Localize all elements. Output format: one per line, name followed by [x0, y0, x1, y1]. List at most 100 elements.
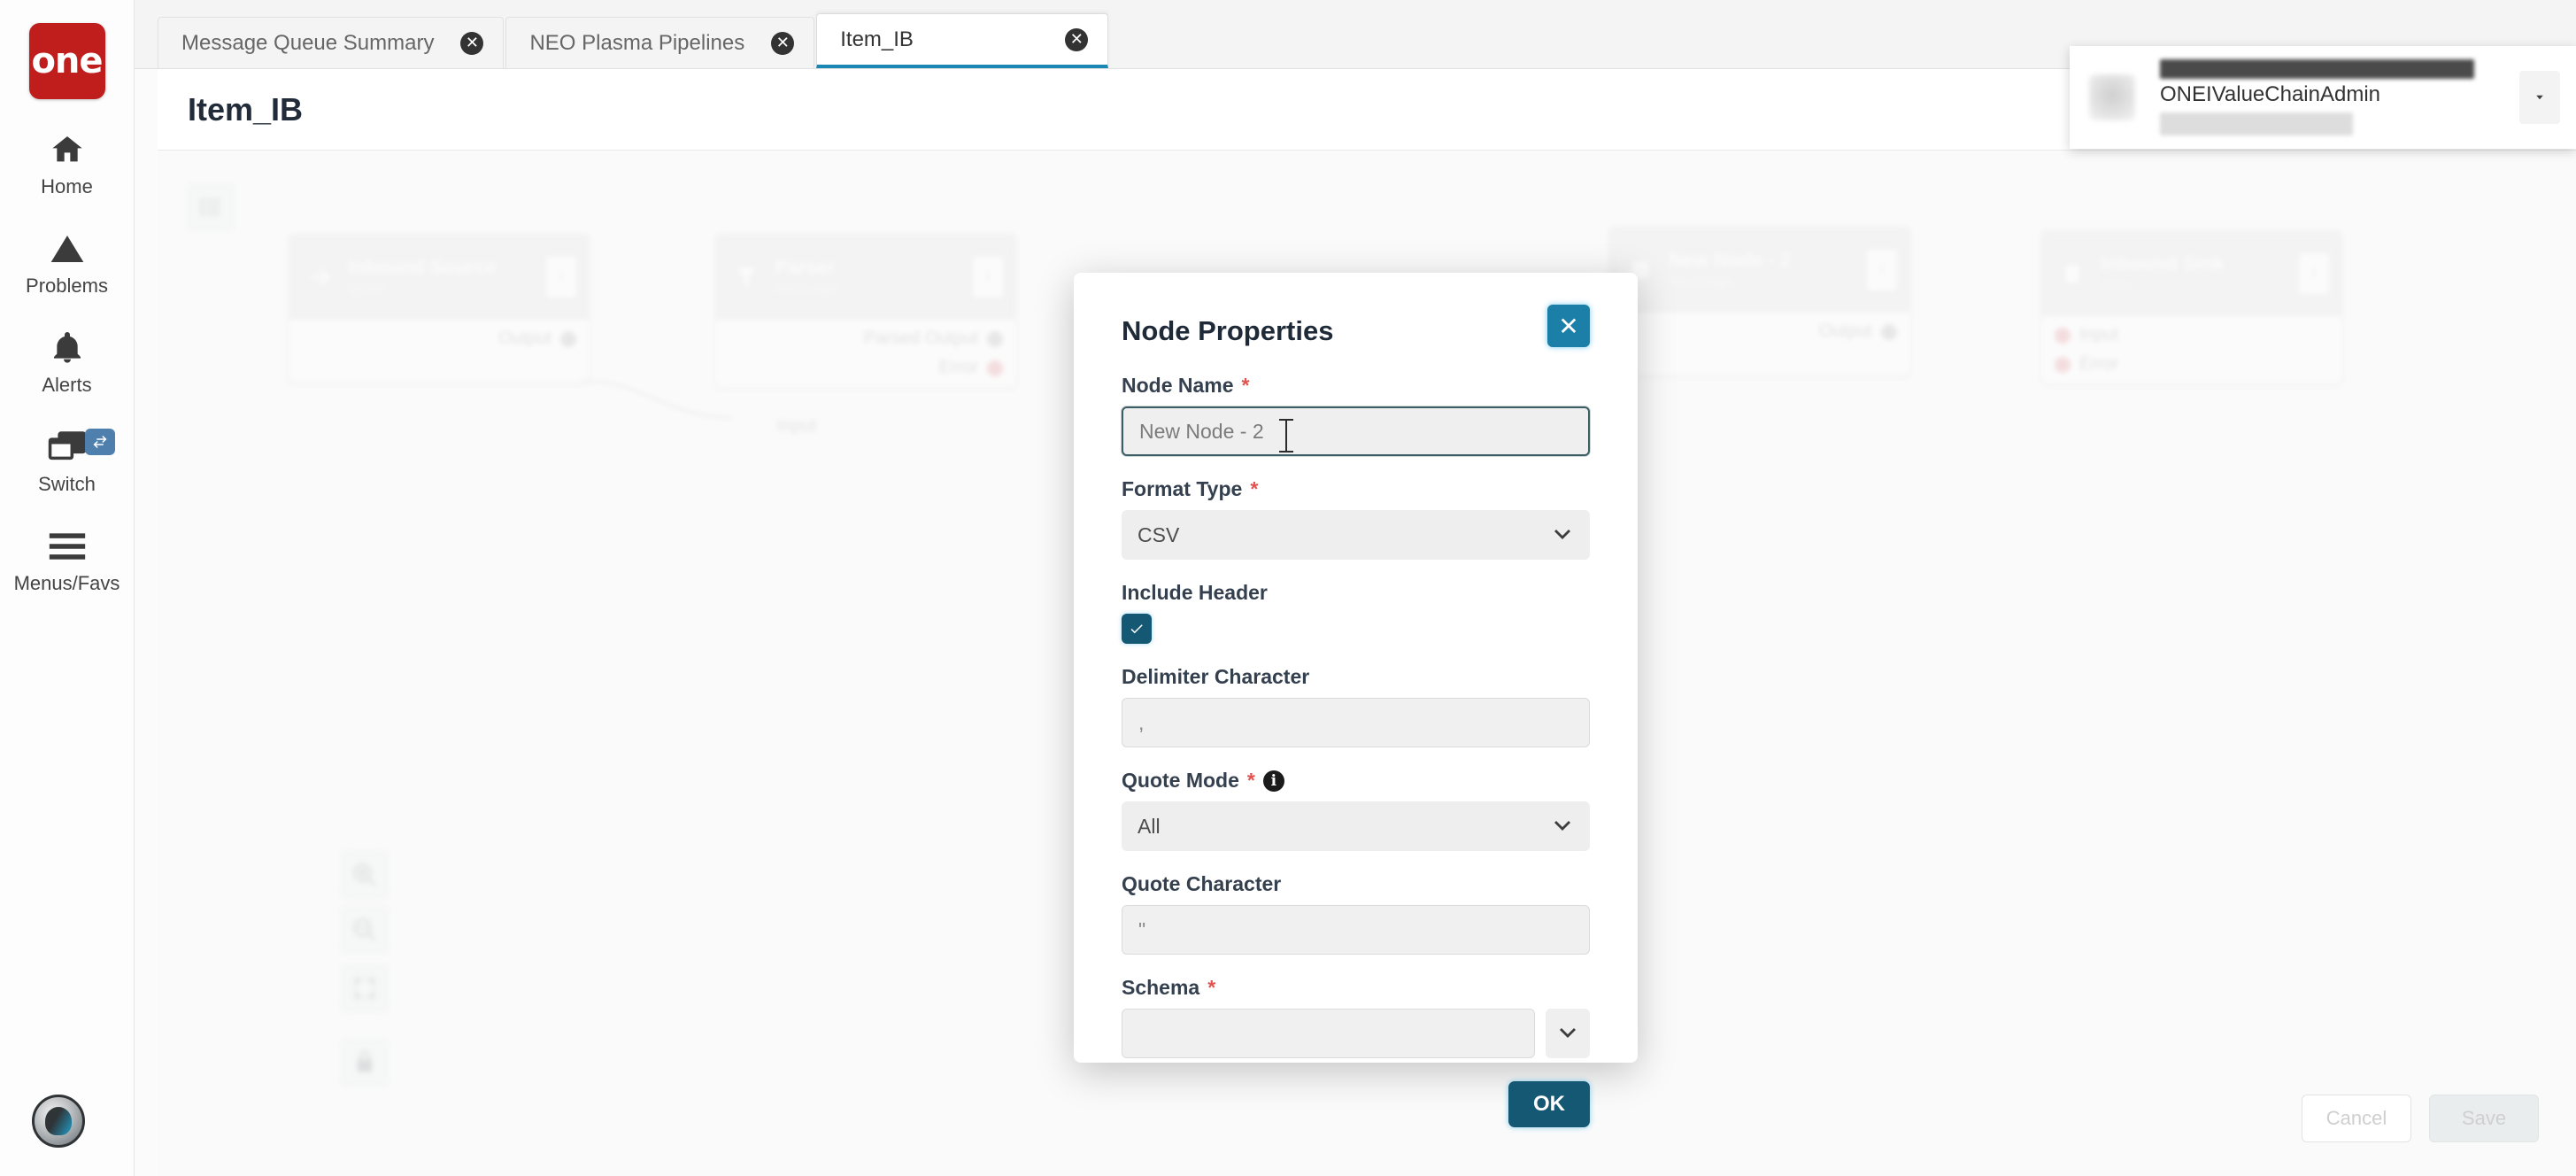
swap-arrows-icon[interactable] — [85, 429, 115, 455]
label-text: Quote Mode — [1122, 769, 1239, 793]
info-icon[interactable]: i — [973, 257, 1003, 298]
info-icon[interactable]: i — [2299, 253, 2329, 294]
required-marker: * — [1242, 374, 1250, 398]
required-marker: * — [1250, 477, 1258, 501]
node-title: Inbound Sink — [2101, 252, 2288, 275]
info-icon[interactable]: i — [1867, 250, 1897, 290]
save-button[interactable]: Save — [2429, 1095, 2539, 1142]
node-port[interactable]: Output — [1623, 321, 1897, 342]
left-navigation-rail: one Home Problems Alerts — [0, 0, 135, 1176]
chevron-down-icon[interactable] — [2519, 71, 2560, 124]
page-title: Item_IB — [188, 91, 303, 128]
node-header: Parser Message i — [716, 235, 1015, 320]
chevron-down-icon — [1551, 528, 1574, 542]
port-dot[interactable] — [987, 360, 1003, 376]
quote-mode-select[interactable]: All — [1122, 801, 1590, 851]
port-dot[interactable] — [987, 331, 1003, 347]
close-circle-icon[interactable]: ✕ — [771, 32, 794, 55]
assistant-head-shape — [45, 1107, 72, 1135]
field-label: Schema * — [1122, 976, 1590, 1000]
redacted-user-line-top — [2160, 59, 2474, 79]
user-account-menu[interactable]: ONEIValueChainAdmin — [2070, 46, 2576, 149]
format-type-select[interactable]: CSV — [1122, 510, 1590, 560]
user-details: ONEIValueChainAdmin — [2160, 59, 2519, 135]
schema-input[interactable] — [1122, 1009, 1535, 1058]
canvas-node[interactable]: Inbound Source Ignite i Output — [289, 234, 590, 383]
sidebar-item-alerts[interactable]: Alerts — [5, 328, 129, 397]
lock-canvas-button[interactable] — [340, 1038, 389, 1087]
tab-message-queue-summary[interactable]: Message Queue Summary ✕ — [158, 17, 504, 68]
schema-row — [1122, 1009, 1590, 1058]
tab-item-ib[interactable]: Item_IB ✕ — [816, 13, 1108, 68]
delimiter-character-input[interactable]: , — [1122, 698, 1590, 747]
port-dot[interactable] — [1881, 324, 1897, 340]
node-port[interactable]: Output — [302, 329, 576, 349]
windows-stack-icon — [47, 427, 88, 468]
port-dot[interactable] — [2055, 328, 2071, 344]
node-port[interactable]: Input — [2055, 325, 2329, 345]
ai-assistant-avatar[interactable] — [32, 1095, 85, 1148]
username-label: ONEIValueChainAdmin — [2160, 82, 2519, 107]
quote-character-input[interactable]: " — [1122, 905, 1590, 955]
sidebar-item-label: Switch — [38, 473, 96, 496]
node-body: Output — [1610, 313, 1909, 375]
fit-screen-icon — [351, 975, 378, 1002]
selected-value: CSV — [1138, 523, 1179, 547]
fit-view-button[interactable] — [340, 963, 389, 1013]
sidebar-item-label: Home — [41, 175, 93, 198]
schema-dropdown-button[interactable] — [1546, 1009, 1590, 1058]
warning-triangle-icon — [48, 228, 87, 269]
zoom-out-icon — [351, 917, 378, 943]
close-dialog-button[interactable]: ✕ — [1547, 305, 1590, 347]
canvas-legend-button[interactable] — [186, 182, 235, 232]
zoom-in-button[interactable] — [340, 850, 389, 900]
node-body: Output — [289, 320, 589, 382]
dialog-body: Node Name * New Node - 2 Format Type * C… — [1122, 374, 1590, 1127]
lock-icon — [352, 1049, 377, 1076]
user-avatar — [2089, 74, 2135, 120]
ok-button[interactable]: OK — [1508, 1081, 1590, 1127]
one-network-logo[interactable]: one — [29, 23, 105, 99]
text-caret-cursor — [1285, 421, 1287, 451]
info-icon[interactable]: i — [546, 257, 576, 298]
sidebar-item-label: Problems — [26, 275, 108, 298]
bell-icon — [50, 328, 85, 368]
hamburger-icon — [48, 526, 87, 567]
tab-neo-plasma-pipelines[interactable]: NEO Plasma Pipelines ✕ — [505, 17, 814, 68]
sidebar-item-menus-favs[interactable]: Menus/Favs — [5, 526, 129, 595]
port-dot[interactable] — [2055, 357, 2071, 373]
dialog-footer: OK — [1122, 1081, 1590, 1127]
canvas-node[interactable]: Inbound Sink Item i Input Error — [2041, 230, 2342, 384]
node-name-input[interactable]: New Node - 2 — [1122, 406, 1590, 456]
cancel-button[interactable]: Cancel — [2302, 1095, 2411, 1142]
canvas-node[interactable]: Parser Message i Parsed Output Error — [715, 234, 1016, 388]
port-dot[interactable] — [560, 331, 576, 347]
info-icon[interactable]: i — [1263, 770, 1284, 792]
node-title: Parser — [775, 256, 962, 279]
field-label: Delimiter Character — [1122, 665, 1590, 689]
sidebar-item-problems[interactable]: Problems — [5, 228, 129, 298]
sidebar-item-switch[interactable]: Switch — [5, 427, 129, 496]
node-title: Inbound Source — [348, 256, 536, 279]
tab-label: Item_IB — [840, 27, 914, 52]
node-error-port[interactable]: Error — [2055, 354, 2329, 375]
field-label: Format Type * — [1122, 477, 1590, 501]
label-text: Format Type — [1122, 477, 1242, 501]
node-body: Input Error — [2042, 316, 2341, 383]
node-body: Parsed Output Error — [716, 320, 1015, 387]
close-circle-icon[interactable]: ✕ — [460, 32, 483, 55]
node-error-port[interactable]: Error — [729, 358, 1003, 378]
link-label: Input — [777, 416, 816, 437]
field-include-header: Include Header — [1122, 581, 1590, 644]
field-label: Node Name * — [1122, 374, 1590, 398]
zoom-out-button[interactable] — [340, 905, 389, 955]
include-header-checkbox[interactable] — [1122, 614, 1152, 644]
node-port[interactable]: Parsed Output — [729, 329, 1003, 349]
canvas-node[interactable]: New Node - 2 Message i Output — [1609, 227, 1910, 375]
chevron-down-icon — [1551, 819, 1574, 833]
sidebar-item-home[interactable]: Home — [5, 129, 129, 198]
node-connector-link — [582, 372, 760, 443]
port-label: Output — [498, 329, 551, 349]
port-label: Error — [939, 358, 978, 378]
close-circle-icon[interactable]: ✕ — [1065, 28, 1088, 51]
